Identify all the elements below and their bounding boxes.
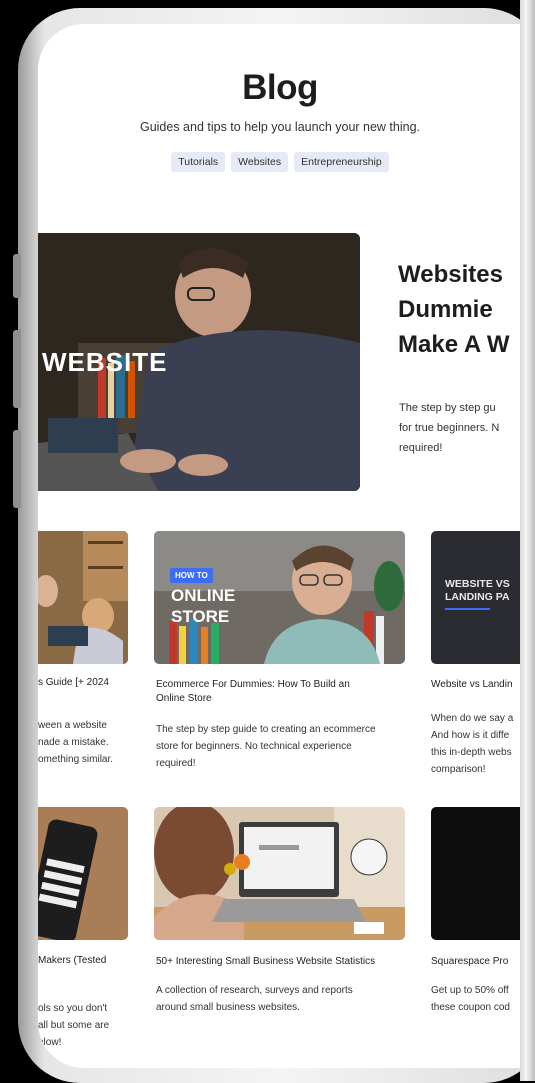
card-title[interactable]: Ecommerce For Dummies: How To Build an O… xyxy=(156,678,406,706)
card-image-underline xyxy=(445,608,490,610)
tag-tutorials[interactable]: Tutorials xyxy=(171,152,226,172)
card-title-line: 50+ Interesting Small Business Website S… xyxy=(156,956,376,967)
card-image-text-line: STORE xyxy=(171,607,230,626)
card-description: A collection of research, surveys and re… xyxy=(156,982,411,1016)
card-title[interactable]: 50+ Interesting Small Business Website S… xyxy=(156,955,411,969)
card-desc-line: omething similar. xyxy=(38,754,114,765)
card-image-text: ONLINE STORE xyxy=(171,585,235,627)
card-desc-line: all but some are xyxy=(38,1020,110,1031)
card-title-line: Online Store xyxy=(156,693,212,704)
hero-image[interactable]: WEBSITE xyxy=(38,233,360,491)
card-image-text: WEBSITE VS LANDING PA xyxy=(445,578,510,604)
hero-title-line: Dummie xyxy=(398,296,493,323)
card-image[interactable] xyxy=(431,807,522,940)
card-desc-line: store for beginners. No technical experi… xyxy=(156,741,352,752)
card-image-text-line: LANDING PA xyxy=(445,591,510,603)
page-subtitle: Guides and tips to help you launch your … xyxy=(139,120,421,134)
card-title-line: Squarespace Pro xyxy=(431,956,509,967)
phone-bezel xyxy=(520,0,535,1081)
card-title[interactable]: Makers (Tested xyxy=(38,954,133,968)
hero-title-line: Make A W xyxy=(398,331,510,358)
card-desc-line: A collection of research, surveys and re… xyxy=(156,985,353,996)
card-description: ols so you don't all but some are elow! xyxy=(38,1000,133,1051)
card-desc-line: Get up to 50% off xyxy=(431,985,509,996)
card-image[interactable] xyxy=(38,807,128,940)
card-image[interactable]: HOW TO ONLINE STORE xyxy=(154,531,405,664)
card-title[interactable]: s Guide [+ 2024 xyxy=(38,676,128,690)
card-desc-line: this in-depth webs xyxy=(431,747,512,758)
card-desc-line: nade a mistake. xyxy=(38,737,109,748)
card-desc-line: ween a website xyxy=(38,720,107,731)
hero-desc-line: for true beginners. N xyxy=(399,422,500,434)
tag-websites[interactable]: Websites xyxy=(231,152,289,172)
page-title: Blog xyxy=(242,68,318,107)
phone-side-button xyxy=(13,254,21,298)
card-title-line: s Guide [+ 2024 xyxy=(38,677,109,688)
phone-side-button xyxy=(13,330,21,408)
card-desc-line: The step by step guide to creating an ec… xyxy=(156,724,376,735)
card-desc-line: elow! xyxy=(38,1037,62,1048)
card-title-line: Ecommerce For Dummies: How To Build an xyxy=(156,679,350,690)
card-title[interactable]: Website vs Landin xyxy=(431,678,522,692)
card-description: The step by step guide to creating an ec… xyxy=(156,721,411,772)
hero-description: The step by step gu for true beginners. … xyxy=(399,398,522,458)
tag-list: Tutorials Websites Entrepreneurship xyxy=(38,152,522,172)
hero-image-text: WEBSITE xyxy=(42,347,168,377)
card-image-badge: HOW TO xyxy=(170,568,213,583)
card-desc-line: required! xyxy=(156,758,196,769)
card-image[interactable]: WEBSITE VS LANDING PA xyxy=(431,531,522,664)
card-image[interactable] xyxy=(154,807,405,940)
hero-desc-line: required! xyxy=(399,442,443,454)
card-title-line: Makers (Tested xyxy=(38,955,107,966)
card-desc-line: When do we say a xyxy=(431,713,514,724)
card-description: Get up to 50% off these coupon cod xyxy=(431,982,522,1016)
card-description: ween a website nade a mistake. omething … xyxy=(38,717,133,768)
card-description: When do we say a And how is it diffe thi… xyxy=(431,710,522,778)
tag-entrepreneurship[interactable]: Entrepreneurship xyxy=(294,152,389,172)
hero-title-line: Websites xyxy=(398,261,503,288)
card-title-line: Website vs Landin xyxy=(431,679,513,690)
card-desc-line: comparison! xyxy=(431,764,486,775)
card-image-text-line: ONLINE xyxy=(171,586,236,605)
card-image-text-line: WEBSITE VS xyxy=(445,578,510,590)
card-desc-line: around small business websites. xyxy=(156,1002,300,1013)
hero-desc-line: The step by step gu xyxy=(399,402,496,414)
phone-side-button xyxy=(13,430,21,508)
hero-title[interactable]: Websites Dummie Make A W xyxy=(398,257,522,362)
card-desc-line: these coupon cod xyxy=(431,1002,510,1013)
phone-screen: Blog Guides and tips to help you launch … xyxy=(38,24,522,1068)
card-desc-line: And how is it diffe xyxy=(431,730,510,741)
card-image[interactable] xyxy=(38,531,128,664)
card-desc-line: ols so you don't xyxy=(38,1003,108,1014)
card-title[interactable]: Squarespace Pro xyxy=(431,955,522,969)
